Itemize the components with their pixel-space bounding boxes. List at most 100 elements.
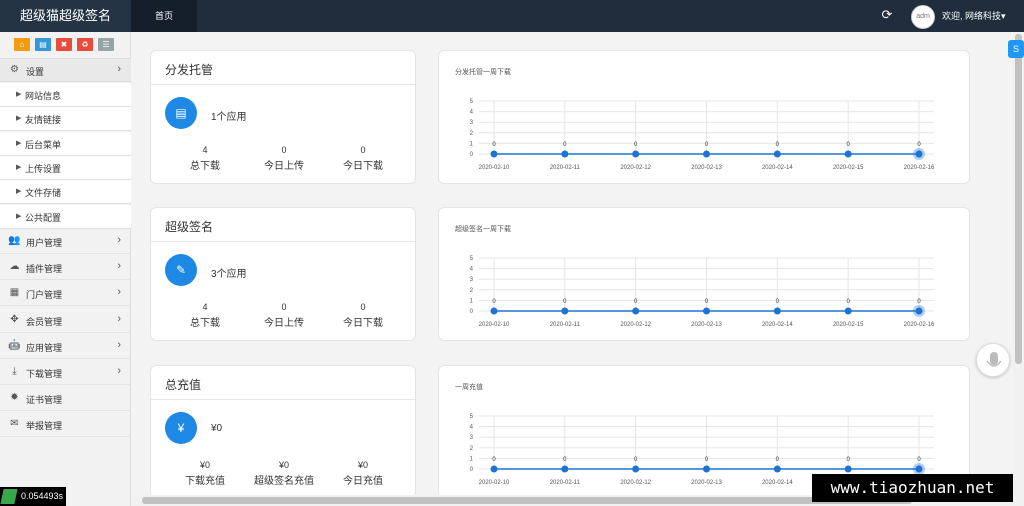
summary-card: 超级签名 ✎ 3个应用 4 总下载 0 今日上传 0 今日下载 [150, 207, 416, 341]
sidebar-item-label: 会员管理 [26, 316, 63, 327]
trash-icon[interactable]: ✖ [56, 38, 72, 51]
sidebar-item-label: 应用管理 [26, 342, 63, 353]
stat-label: 总下载 [190, 318, 220, 329]
data-point[interactable] [844, 465, 852, 473]
sidebar-subitem-label: 文件存储 [25, 188, 62, 199]
data-point[interactable] [773, 307, 781, 315]
y-tick-label: 1 [470, 456, 474, 462]
stat: 4 总下载 [165, 145, 245, 172]
sidebar-subitem[interactable]: ▶ 文件存储 [0, 180, 131, 205]
scroll-thumb[interactable] [1015, 34, 1022, 364]
data-point[interactable] [915, 307, 923, 315]
sidebar-item-6[interactable]: ⤓ 下载管理 › [0, 359, 131, 385]
data-label: 0 [917, 299, 921, 305]
y-tick-label: 2 [470, 446, 474, 452]
y-tick-label: 0 [470, 467, 474, 473]
sidebar-subitem[interactable]: ▶ 友情链接 [0, 107, 131, 132]
y-tick-label: 4 [470, 110, 474, 116]
data-point[interactable] [632, 465, 640, 473]
app-logo[interactable]: 超级猫超级签名 [0, 0, 131, 32]
y-tick-label: 0 [470, 152, 474, 158]
data-point[interactable] [490, 150, 498, 158]
yen-icon: ¥ [165, 412, 197, 444]
sidebar-item-settings[interactable]: ⚙ 设置 › [0, 58, 131, 82]
download-icon: ⤓ [12, 366, 17, 377]
data-point[interactable] [773, 150, 781, 158]
data-point[interactable] [703, 465, 710, 473]
data-point[interactable] [490, 465, 498, 473]
caret-right-icon: ▶ [16, 188, 22, 196]
users-icon: 👥 [8, 235, 21, 246]
y-tick-label: 1 [470, 141, 474, 147]
data-point[interactable] [703, 150, 710, 158]
data-point[interactable] [844, 307, 852, 315]
refresh-icon[interactable]: ⟳ [879, 7, 895, 23]
data-point[interactable] [632, 150, 640, 158]
chart-card: 分发托管一周下载 0 1 2 3 4 5 0 2020-02-10 0 2020-02-11 0 202… [438, 50, 970, 184]
y-tick-label: 4 [470, 267, 474, 273]
stat-value: 0 [281, 145, 287, 155]
vertical-scrollbar[interactable] [1013, 32, 1024, 506]
data-point[interactable] [561, 465, 569, 473]
stat-label: 今日下载 [343, 161, 383, 172]
sidebar-subitem[interactable]: ▶ 公共配置 [0, 204, 131, 229]
data-point[interactable] [490, 307, 498, 315]
stat-value: 4 [202, 145, 208, 155]
plugin-badge-icon[interactable]: S [1008, 40, 1024, 58]
sidebar-item-8[interactable]: ✉ 举报管理 [0, 411, 131, 438]
recycle-icon[interactable]: ♻ [77, 38, 93, 51]
data-point[interactable] [844, 150, 852, 158]
file-icon[interactable]: ▤ [35, 38, 51, 51]
sidebar-item-3[interactable]: ▦ 门户管理 › [0, 280, 131, 307]
x-tick-label: 2020-02-16 [904, 322, 935, 328]
sidebar-item-4[interactable]: ✥ 会员管理 › [0, 307, 131, 333]
tab-home[interactable]: 首页 [131, 0, 197, 32]
data-point[interactable] [915, 465, 923, 473]
sidebar-item-2[interactable]: ☁ 插件管理 › [0, 254, 131, 281]
divider [151, 241, 415, 242]
sidebar-subitem-label: 公共配置 [25, 212, 62, 223]
sidebar-subitem[interactable]: ▶ 上传设置 [0, 155, 131, 180]
top-navbar: 超级猫超级签名 首页 ⟳ adm 欢迎, 网络科技▾ [0, 0, 1024, 32]
avatar[interactable]: adm [911, 5, 935, 29]
sidebar-item-5[interactable]: 🤖 应用管理 › [0, 333, 131, 359]
data-point[interactable] [703, 307, 710, 315]
y-tick-label: 5 [470, 256, 474, 262]
data-point[interactable] [632, 307, 640, 315]
scroll-thumb[interactable] [142, 497, 912, 504]
chart-card: 超级签名一周下载 0 1 2 3 4 5 0 2020-02-10 0 2020-02-11 0 202… [438, 207, 970, 341]
data-label: 0 [634, 142, 638, 148]
user-menu[interactable]: 欢迎, 网络科技▾ [942, 0, 1006, 32]
data-label: 0 [776, 142, 780, 148]
data-point[interactable] [561, 150, 569, 158]
data-point[interactable] [915, 150, 923, 158]
sidebar-item-1[interactable]: 👥 用户管理 › [0, 228, 131, 254]
sidebar-item-7[interactable]: ✹ 证书管理 [0, 385, 131, 412]
stat: 0 今日上传 [244, 302, 324, 329]
data-label: 0 [776, 299, 780, 305]
x-tick-label: 2020-02-14 [762, 480, 793, 486]
home-icon[interactable]: ⌂ [14, 38, 30, 51]
x-tick-label: 2020-02-10 [479, 165, 510, 171]
x-tick-label: 2020-02-15 [833, 165, 864, 171]
x-tick-label: 2020-02-14 [762, 322, 793, 328]
x-tick-label: 2020-02-13 [691, 480, 722, 486]
microphone-button[interactable] [976, 343, 1010, 377]
data-point[interactable] [561, 307, 569, 315]
data-point[interactable] [773, 465, 781, 473]
y-tick-label: 4 [470, 425, 474, 431]
stat: 4 总下载 [165, 302, 245, 329]
sidebar-subitem[interactable]: ▶ 后台菜单 [0, 131, 131, 156]
y-tick-label: 1 [470, 298, 474, 304]
cert-icon: ✹ [10, 392, 19, 404]
y-tick-label: 5 [470, 99, 474, 105]
list-icon[interactable]: ☰ [98, 38, 114, 51]
x-tick-label: 2020-02-13 [691, 322, 722, 328]
sidebar-item-label: 用户管理 [26, 238, 63, 248]
sidebar-subitem[interactable]: ▶ 网站信息 [0, 83, 131, 107]
stat-value: 0 [360, 302, 366, 312]
x-tick-label: 2020-02-10 [479, 322, 510, 328]
y-tick-label: 2 [470, 131, 474, 137]
stat: 0 今日上传 [244, 145, 324, 172]
x-tick-label: 2020-02-16 [904, 165, 935, 171]
